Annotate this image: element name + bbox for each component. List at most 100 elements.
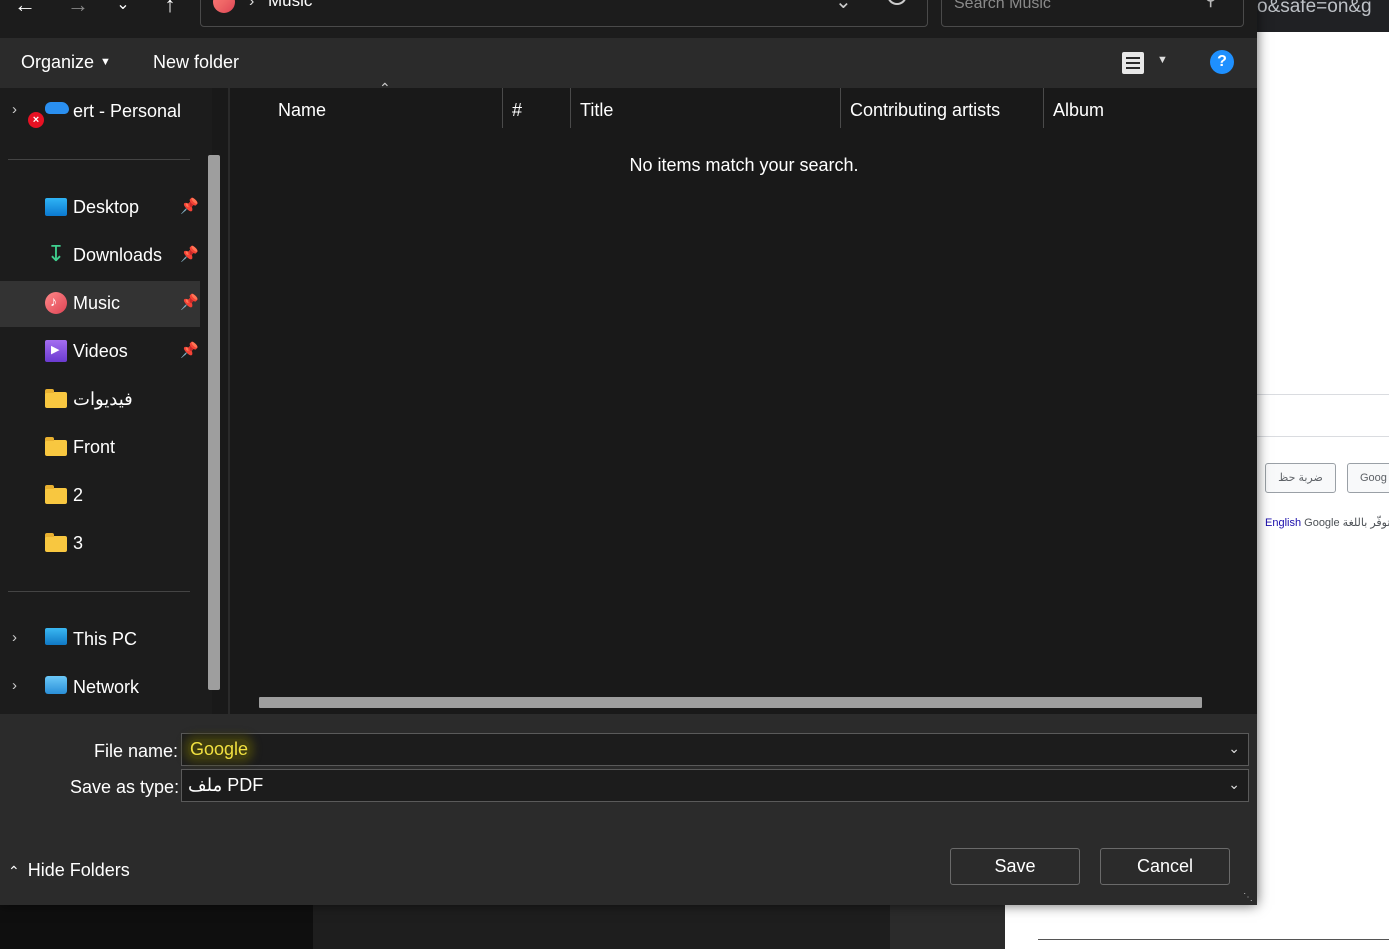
folder-icon	[45, 485, 67, 504]
expand-chevron-icon[interactable]: ›	[12, 101, 17, 118]
address-bar-row: ← → ⌄ ↑ › Music ⌄ ⚲	[0, 0, 1257, 38]
nav-item-folder-2[interactable]: 2	[0, 473, 200, 519]
back-arrow-icon[interactable]: ←	[10, 0, 40, 16]
recent-locations-chevron-icon[interactable]: ⌄	[108, 0, 138, 14]
sort-ascending-icon: ⌃	[379, 80, 391, 96]
column-header-contributing-artists[interactable]: Contributing artists	[850, 100, 1000, 121]
browser-language-line: English Google متوفّر باللغة:	[1265, 516, 1389, 529]
column-header-number[interactable]: #	[512, 100, 522, 121]
network-icon	[45, 676, 67, 694]
file-list-pane: ⌃ Name # Title Contributing artists Albu…	[231, 80, 1257, 714]
music-icon	[213, 0, 235, 13]
navigation-pane: › × ert - Personal Desktop 📌 ↧ Downloads…	[0, 88, 212, 714]
up-arrow-icon[interactable]: ↑	[155, 0, 185, 16]
nav-divider	[8, 159, 190, 160]
column-header-album[interactable]: Album	[1053, 100, 1104, 121]
nav-item-music[interactable]: Music 📌	[0, 281, 200, 327]
cancel-button[interactable]: Cancel	[1100, 848, 1230, 885]
pin-icon: 📌	[180, 246, 199, 263]
browser-divider	[1257, 394, 1389, 395]
browser-lucky-button[interactable]: ضربة حظ	[1265, 463, 1336, 493]
column-separator[interactable]	[840, 88, 841, 128]
column-separator[interactable]	[570, 88, 571, 128]
resize-grip-icon[interactable]: ⋱	[1243, 892, 1253, 903]
desktop-icon	[45, 198, 67, 216]
search-input[interactable]	[952, 0, 1206, 15]
nav-item-folder-front[interactable]: Front	[0, 425, 200, 471]
search-icon[interactable]: ⚲	[1204, 0, 1217, 10]
nav-item-videos[interactable]: Videos 📌	[0, 329, 200, 375]
hide-folders-label: Hide Folders	[27, 860, 130, 880]
nav-item-label: Downloads	[73, 245, 163, 265]
pin-icon: 📌	[180, 198, 199, 215]
file-name-combobox[interactable]: Google ⌄	[181, 733, 1249, 766]
save-as-dialog: ← → ⌄ ↑ › Music ⌄ ⚲ Organize ▼ New folder…	[0, 0, 1257, 905]
column-separator[interactable]	[502, 88, 503, 128]
refresh-icon[interactable]	[887, 0, 907, 5]
chevron-down-icon[interactable]: ⌄	[1228, 740, 1240, 757]
background-region	[890, 905, 1005, 949]
save-as-type-label: Save as type:	[70, 777, 180, 797]
nav-item-this-pc[interactable]: › This PC	[0, 617, 200, 663]
nav-item-downloads[interactable]: ↧ Downloads 📌	[0, 233, 200, 279]
this-pc-icon	[45, 628, 67, 645]
browser-search-button[interactable]: Goog	[1347, 463, 1389, 493]
nav-item-network[interactable]: › Network	[0, 665, 200, 711]
expand-chevron-icon[interactable]: ›	[12, 677, 17, 694]
pin-icon: 📌	[180, 342, 199, 359]
folder-icon	[45, 437, 67, 456]
music-icon	[45, 292, 67, 314]
nav-item-label: Videos	[73, 341, 128, 361]
nav-item-label: فيديوات	[73, 389, 133, 409]
nav-item-desktop[interactable]: Desktop 📌	[0, 185, 200, 231]
nav-item-label: Network	[73, 677, 140, 697]
taskbar-background	[0, 905, 1389, 949]
pane-splitter[interactable]	[228, 88, 230, 714]
search-box[interactable]: ⚲	[941, 0, 1244, 27]
file-name-label: File name:	[94, 741, 179, 761]
nav-item-folder-3[interactable]: 3	[0, 521, 200, 567]
caret-down-icon: ▼	[100, 56, 111, 68]
hide-folders-button[interactable]: ⌃ Hide Folders	[8, 860, 130, 881]
breadcrumb-music[interactable]: Music	[268, 0, 312, 11]
background-region	[313, 905, 890, 949]
nav-item-onedrive[interactable]: › × ert - Personal	[0, 89, 200, 135]
nav-item-folder-videos-arabic[interactable]: فيديوات	[0, 377, 200, 423]
column-header-name[interactable]: Name	[278, 100, 326, 121]
nav-item-label: ert - Personal	[73, 101, 182, 121]
address-dropdown-icon[interactable]: ⌄	[835, 0, 852, 14]
expand-chevron-icon[interactable]: ›	[12, 629, 17, 646]
nav-item-label: Desktop	[73, 197, 140, 217]
folder-icon	[45, 533, 67, 552]
onedrive-cloud-icon	[45, 102, 69, 114]
error-badge-icon: ×	[28, 112, 44, 128]
forward-arrow-icon[interactable]: →	[63, 0, 93, 16]
column-header-title[interactable]: Title	[580, 100, 613, 121]
column-separator[interactable]	[1043, 88, 1044, 128]
save-as-type-select[interactable]: ملف PDF ⌄	[181, 769, 1249, 802]
browser-language-text: Google متوفّر باللغة:	[1304, 517, 1389, 529]
horizontal-scrollbar[interactable]	[259, 697, 1202, 708]
file-name-value: Google	[188, 739, 251, 759]
chevron-up-icon: ⌃	[8, 863, 20, 879]
save-as-type-value: ملف PDF	[188, 775, 264, 795]
background-line	[1038, 939, 1389, 940]
download-icon: ↧	[46, 241, 66, 266]
organize-button[interactable]: Organize ▼	[21, 52, 111, 73]
nav-pane-scrollbar[interactable]	[208, 155, 220, 690]
nav-divider	[8, 591, 190, 592]
nav-item-label: This PC	[73, 629, 138, 649]
chevron-down-icon[interactable]: ⌄	[1228, 776, 1240, 793]
caret-down-icon: ▼	[1157, 54, 1168, 66]
save-button[interactable]: Save	[950, 848, 1080, 885]
change-view-button[interactable]: ▼	[1120, 50, 1180, 76]
file-name-field[interactable]: Google	[188, 739, 1188, 760]
empty-results-message: No items match your search.	[629, 155, 859, 175]
browser-language-link[interactable]: English	[1265, 517, 1301, 529]
address-box[interactable]: › Music ⌄	[200, 0, 928, 27]
new-folder-button[interactable]: New folder	[153, 52, 239, 73]
details-view-icon	[1122, 52, 1144, 74]
help-button[interactable]: ?	[1210, 50, 1234, 74]
organize-label: Organize	[21, 52, 95, 72]
videos-icon	[45, 340, 67, 362]
